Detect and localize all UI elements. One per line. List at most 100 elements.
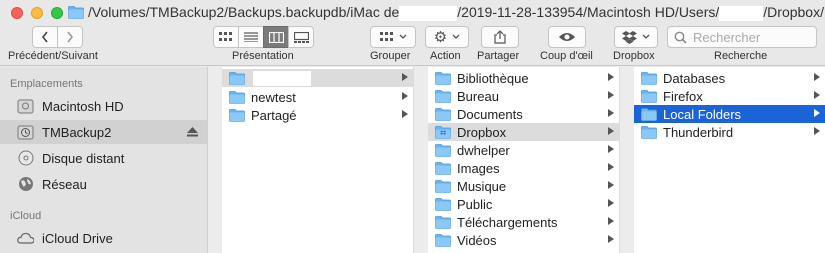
disclosure-arrow-icon [608, 199, 614, 207]
grid-icon [219, 32, 232, 41]
group-button[interactable] [370, 26, 416, 48]
disclosure-arrow-icon [814, 91, 820, 99]
search-icon [674, 31, 687, 44]
list-item-images[interactable]: Images [428, 159, 619, 177]
list-item-dropbox[interactable]: Dropbox [428, 123, 619, 141]
group-label: Grouper [370, 50, 411, 62]
sidebar-item-icloud-drive[interactable]: iCloud Drive [0, 226, 207, 250]
disclosure-arrow-icon [814, 109, 820, 117]
list-item-label: Local Folders [663, 106, 742, 122]
sidebar-item-remote-disc[interactable]: Disque distant [0, 146, 207, 170]
disclosure-arrow-icon [608, 181, 614, 189]
list-item-thunderbird[interactable]: Thunderbird [634, 123, 825, 141]
browser-column-3: Databases Firefox Local Folders Thunderb… [634, 67, 825, 253]
list-item-redacted-user[interactable] [222, 69, 413, 87]
group-grid-icon [379, 32, 393, 41]
folder-icon [435, 72, 451, 85]
sidebar-item-label: iCloud Drive [42, 230, 113, 246]
folder-icon [435, 144, 451, 157]
list-item-label: Thunderbird [663, 124, 734, 140]
list-item-dwhelper[interactable]: dwhelper [428, 141, 619, 159]
list-item-label: Databases [663, 70, 726, 86]
list-item-label: Vidéos [457, 232, 497, 248]
browser-column-2: Bibliothèque Bureau Documents Dropbox dw… [428, 67, 620, 253]
title-bar: /Volumes/TMBackup2/Backups.backupdb/iMac… [0, 0, 825, 26]
column-view-button[interactable] [263, 26, 289, 48]
disclosure-arrow-icon [814, 73, 820, 81]
list-item-label: Bureau [457, 88, 499, 104]
list-item-label: Documents [457, 106, 523, 122]
list-item-label: Firefox [663, 88, 703, 104]
list-item-label: Bibliothèque [457, 70, 529, 86]
timemachine-disk-icon [17, 124, 34, 141]
eject-icon[interactable] [187, 125, 198, 140]
nav-buttons [32, 26, 83, 48]
gallery-view-button[interactable] [288, 26, 314, 48]
share-button[interactable] [481, 26, 519, 48]
window-title-part2: /2019-11-28-133954/Macintosh HD/Users/ [457, 4, 720, 20]
share-icon [494, 30, 506, 44]
sidebar-item-label: Réseau [42, 176, 87, 192]
sidebar: Emplacements Macintosh HD TMBackup2 Disq… [0, 67, 208, 253]
list-item-documents[interactable]: Documents [428, 105, 619, 123]
folder-icon [435, 162, 451, 175]
close-window-button[interactable] [11, 7, 23, 19]
disclosure-arrow-icon [608, 163, 614, 171]
list-item-databases[interactable]: Databases [634, 69, 825, 87]
list-item-label: Images [457, 160, 500, 176]
network-globe-icon [17, 176, 34, 193]
action-label: Action [430, 50, 461, 62]
chevron-right-icon [67, 31, 74, 43]
sidebar-item-macintosh-hd[interactable]: Macintosh HD [0, 94, 207, 118]
list-item-newtest[interactable]: newtest [222, 88, 413, 106]
disclosure-arrow-icon [402, 110, 408, 118]
folder-icon [229, 91, 245, 104]
forward-button[interactable] [57, 26, 83, 48]
disclosure-arrow-icon [608, 217, 614, 225]
list-item-public[interactable]: Public [428, 195, 619, 213]
sidebar-item-tmbackup2[interactable]: TMBackup2 [0, 120, 207, 144]
list-item-local-folders[interactable]: Local Folders [634, 105, 825, 123]
browser-column-1: newtest Partagé [222, 67, 414, 253]
remote-disc-icon [17, 150, 34, 167]
list-item-label: Téléchargements [457, 214, 558, 230]
nav-label: Précédent/Suivant [8, 50, 98, 62]
list-item-firefox[interactable]: Firefox [634, 87, 825, 105]
sidebar-item-network[interactable]: Réseau [0, 172, 207, 196]
disclosure-arrow-icon [608, 109, 614, 117]
sidebar-item-label: TMBackup2 [42, 124, 112, 140]
gallery-icon [293, 31, 309, 43]
folder-icon [229, 109, 245, 122]
disclosure-arrow-icon [608, 127, 614, 135]
folder-icon [435, 198, 451, 211]
list-view-button[interactable] [238, 26, 264, 48]
list-item-musique[interactable]: Musique [428, 177, 619, 195]
list-item-videos[interactable]: Vidéos [428, 231, 619, 249]
list-item-label: Public [457, 196, 493, 212]
redacted-name [253, 70, 311, 86]
list-item-partage[interactable]: Partagé [222, 106, 413, 124]
list-item-bibliotheque[interactable]: Bibliothèque [428, 69, 619, 87]
cloud-icon [17, 230, 34, 247]
window-title-part1: /Volumes/TMBackup2/Backups.backupdb/iMac… [88, 4, 400, 20]
disclosure-arrow-icon [402, 73, 408, 81]
folder-icon [68, 6, 84, 19]
harddrive-icon [17, 98, 34, 115]
search-field[interactable]: Rechercher [667, 26, 817, 48]
action-button[interactable]: ⚙ [425, 26, 469, 48]
chevron-left-icon [41, 31, 48, 43]
folder-icon [641, 72, 657, 85]
quicklook-button[interactable] [548, 26, 586, 48]
list-item-telechargements[interactable]: Téléchargements [428, 213, 619, 231]
minimize-window-button[interactable] [31, 7, 43, 19]
gear-icon: ⚙ [433, 28, 448, 46]
zoom-window-button[interactable] [51, 7, 63, 19]
disclosure-arrow-icon [608, 235, 614, 243]
list-item-label: dwhelper [457, 142, 510, 158]
folder-icon [435, 180, 451, 193]
icon-view-button[interactable] [213, 26, 239, 48]
dropbox-button[interactable] [614, 26, 658, 48]
back-button[interactable] [32, 26, 58, 48]
sidebar-section-locations: Emplacements [10, 78, 83, 90]
list-item-bureau[interactable]: Bureau [428, 87, 619, 105]
